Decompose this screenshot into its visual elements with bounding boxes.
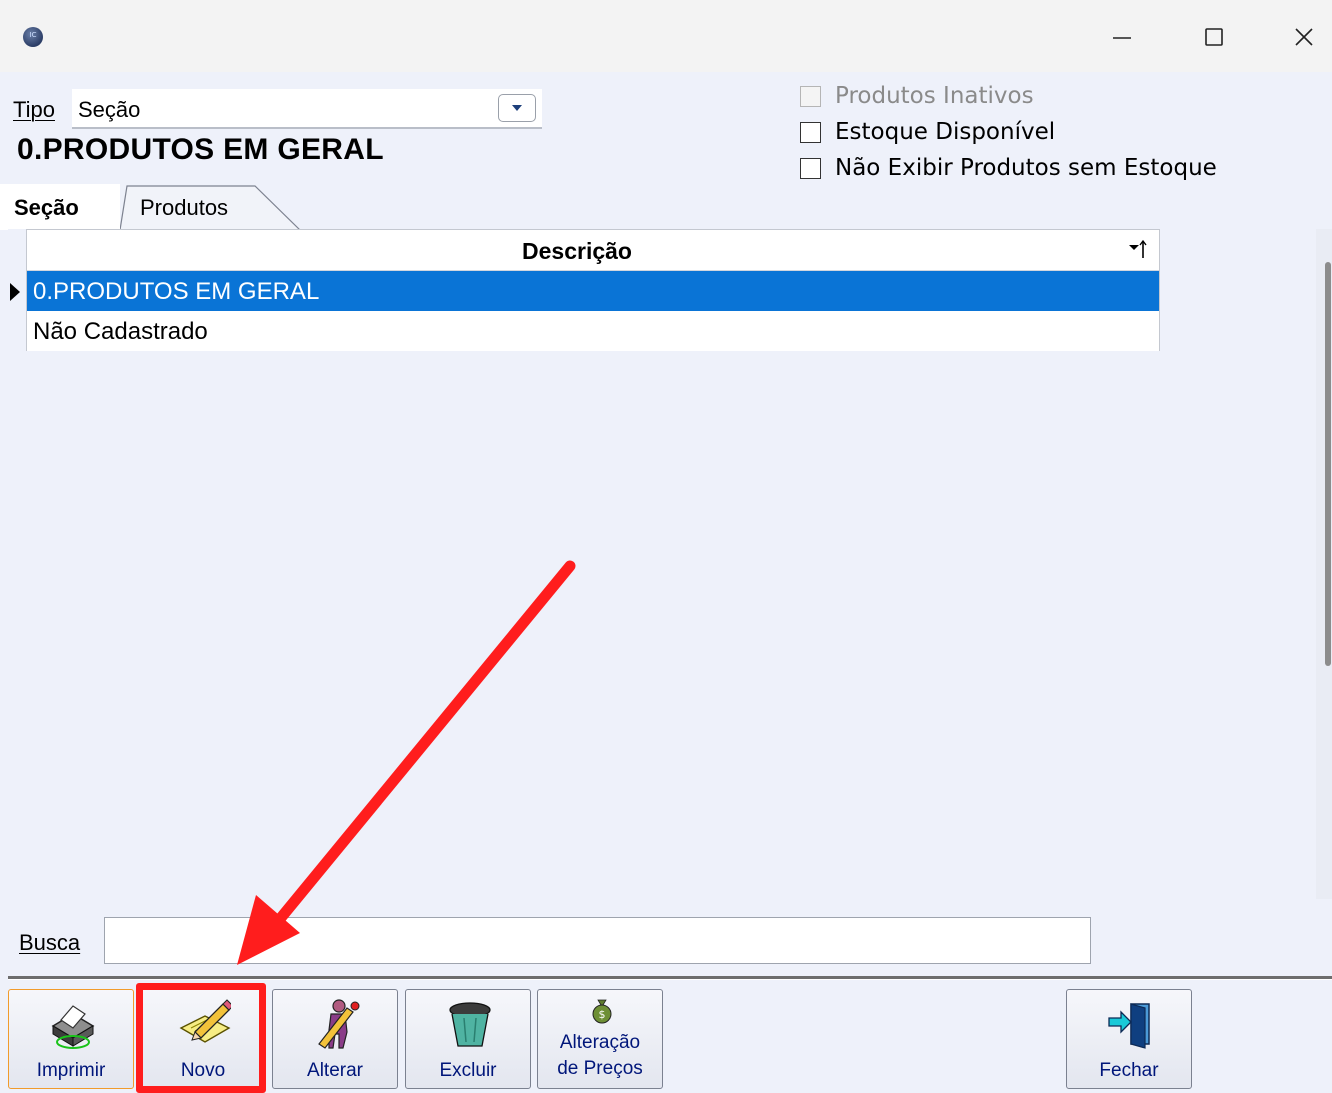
sort-icon[interactable]: [1127, 238, 1149, 262]
nao-exibir-sem-estoque-label: Não Exibir Produtos sem Estoque: [835, 155, 1217, 181]
checkbox-box[interactable]: [800, 85, 821, 107]
alterar-label: Alterar: [307, 1060, 363, 1081]
busca-input[interactable]: [104, 917, 1091, 964]
alteracao-label-line1: Alteração: [559, 1032, 641, 1053]
checkbox-box[interactable]: [800, 157, 821, 179]
column-header-descricao[interactable]: Descrição: [27, 238, 1127, 265]
printer-icon: [51, 1005, 95, 1049]
scrollbar-thumb[interactable]: [1325, 262, 1331, 666]
close-button[interactable]: [1274, 12, 1332, 62]
row-descricao: 0.PRODUTOS EM GERAL: [33, 278, 320, 305]
exit-door-icon: [1108, 1003, 1150, 1049]
annotation-highlight-box: [136, 983, 266, 1093]
excluir-button[interactable]: Excluir: [405, 989, 531, 1089]
trash-icon: [449, 1002, 491, 1047]
tab-bar: Produtos Seção: [0, 182, 1332, 412]
sections-grid: Descrição 0.PRODUTOS EM GERAL Não Cadast…: [26, 229, 1160, 351]
app-icon: IC: [23, 27, 43, 47]
section-heading: 0.PRODUTOS EM GERAL: [17, 133, 384, 166]
checkbox-box[interactable]: [800, 121, 821, 143]
current-row-indicator-icon: [10, 283, 20, 301]
alteracao-de-precos-button[interactable]: $ Alteração de Preços: [537, 989, 663, 1089]
table-row[interactable]: Não Cadastrado: [27, 311, 1159, 351]
estoque-disponivel-label: Estoque Disponível: [835, 119, 1056, 145]
chevron-down-icon: [512, 105, 522, 111]
minimize-button[interactable]: [1092, 12, 1152, 62]
money-bag-icon: $: [592, 999, 612, 1024]
tipo-label: Tipo: [13, 97, 55, 122]
imprimir-button[interactable]: Imprimir: [8, 989, 134, 1089]
table-row[interactable]: 0.PRODUTOS EM GERAL: [27, 271, 1159, 311]
tipo-dropdown-button[interactable]: [498, 94, 536, 122]
svg-text:$: $: [599, 1008, 606, 1021]
imprimir-label: Imprimir: [36, 1060, 106, 1081]
fechar-label: Fechar: [1099, 1060, 1159, 1081]
nao-exibir-sem-estoque-checkbox[interactable]: Não Exibir Produtos sem Estoque: [800, 155, 1217, 181]
tab-secao-label: Seção: [14, 195, 79, 220]
maximize-button[interactable]: [1184, 12, 1244, 62]
excluir-label: Excluir: [439, 1060, 497, 1081]
close-icon: [1295, 28, 1313, 46]
edit-person-icon: [318, 999, 360, 1049]
fechar-button[interactable]: Fechar: [1066, 989, 1192, 1089]
row-descricao: Não Cadastrado: [33, 318, 208, 345]
tab-produtos-label: Produtos: [140, 195, 229, 220]
alteracao-de-precos-label: Alteração de Preços: [538, 1030, 662, 1082]
tipo-selected-value: Seção: [78, 97, 141, 122]
minimize-icon: [1113, 37, 1131, 39]
app-icon-text: IC: [29, 31, 37, 39]
tipo-select[interactable]: Seção: [72, 89, 542, 129]
toolbar-divider-highlight: [8, 979, 1332, 980]
alterar-button[interactable]: Alterar: [272, 989, 398, 1089]
busca-label: Busca: [19, 930, 81, 955]
estoque-disponivel-checkbox[interactable]: Estoque Disponível: [800, 119, 1055, 145]
produtos-inativos-label: Produtos Inativos: [835, 83, 1034, 109]
maximize-icon: [1205, 28, 1223, 46]
produtos-inativos-checkbox[interactable]: Produtos Inativos: [800, 83, 1034, 109]
alteracao-label-line2: de Preços: [557, 1058, 643, 1079]
grid-header[interactable]: Descrição: [27, 230, 1159, 271]
